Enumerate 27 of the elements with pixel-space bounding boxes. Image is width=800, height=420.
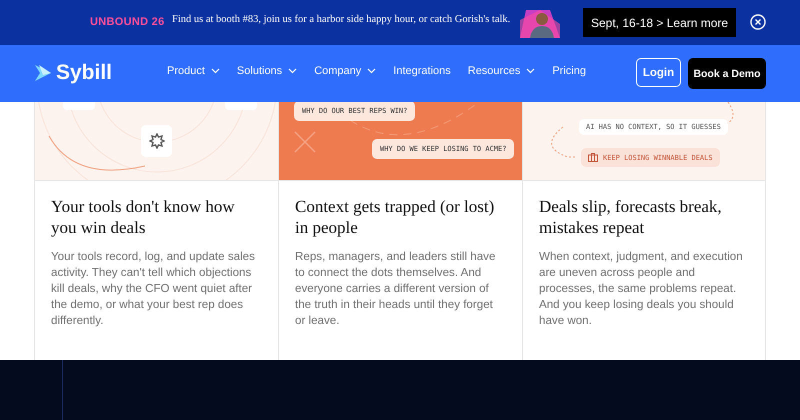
nav-item[interactable]: Resources: [468, 65, 536, 77]
learn-more-button[interactable]: Sept, 16-18 > Learn more: [583, 8, 736, 37]
banner-message: Find us at booth #83, join us for a harbor side happy hour, or catch Gorish's talk.: [172, 14, 510, 25]
card-description: Reps, managers, and leaders still have to connect the dots themselves. And everyone carries a different version of the truth in their heads until they forget or leave.: [295, 249, 496, 329]
logo-text[interactable]: Sybill: [56, 61, 112, 85]
briefcase-icon: [588, 153, 598, 162]
card-title: Deals slip, forecasts break, mistakes repeat: [539, 196, 723, 238]
event-label: UNBOUND 26: [90, 16, 165, 28]
chevron-down-icon: [367, 68, 376, 74]
close-icon[interactable]: [750, 14, 766, 30]
card-description: When context, judgment, and execution are uneven across people and processes, the same problems repeat. And you keep losing deals you should have won.: [539, 249, 744, 329]
card-description: Your tools record, log, and update sales activity. They can't tell which objections kill deals, why the CFO went quiet after the demo, or what your best rep does differently.: [51, 249, 256, 329]
chevron-down-icon: [526, 68, 536, 74]
chevron-down-icon: [288, 68, 298, 74]
nav-item[interactable]: Product: [167, 65, 220, 77]
login-button[interactable]: Login: [636, 58, 681, 87]
book-demo-button[interactable]: Book a Demo: [688, 58, 766, 89]
card-title: Context gets trapped (or lost) in people: [295, 196, 496, 238]
nav-item[interactable]: Solutions: [236, 65, 298, 77]
logo-icon: [33, 63, 53, 83]
nav-item[interactable]: Integrations: [393, 65, 451, 77]
nav-item[interactable]: Company: [314, 65, 376, 77]
cross-icon: [294, 131, 316, 153]
chevron-down-icon: [210, 68, 220, 74]
nav-item[interactable]: Pricing: [552, 65, 586, 77]
card-title: Your tools don't know how you win deals: [51, 196, 236, 238]
starburst-icon: [148, 133, 164, 149]
